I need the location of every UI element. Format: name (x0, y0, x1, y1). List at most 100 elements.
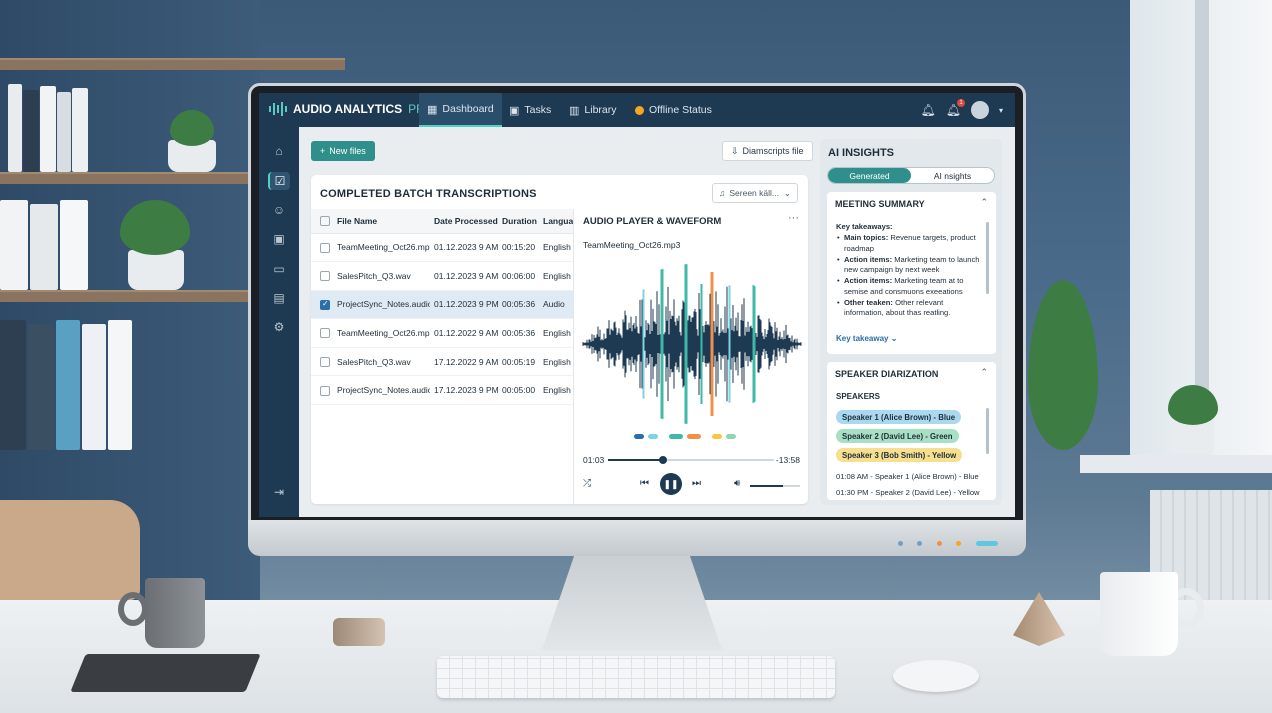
chevron-up-icon[interactable]: ⌃ (980, 197, 988, 208)
waveform-logo-icon (269, 102, 287, 116)
shuffle-icon[interactable]: ⤮ (583, 478, 591, 489)
seek-bar-handle[interactable] (658, 456, 667, 464)
table-row[interactable]: TeamMeeting_Oct26.mp3 01.12.2022 9 AM 00:0… (311, 318, 573, 348)
speaker-chip[interactable]: Speaker 1 (Alice Brown) - Blue (836, 410, 962, 424)
document-icon[interactable]: ▤ (270, 289, 288, 307)
legend-swatch (634, 434, 644, 439)
legend-swatch (726, 434, 736, 439)
pause-icon: ❚❚ (663, 478, 679, 489)
table-row[interactable]: TeamMeeting_Oct26.mp3 01.12.2023 9 AM 00:1… (311, 233, 573, 263)
calendar-icon: ▣ (509, 104, 520, 117)
cell-duration: 00:06:00 (498, 261, 539, 291)
player-file-name: TeamMeeting_Oct26.mp3 (583, 240, 681, 250)
books-middle (0, 196, 100, 290)
cell-name: SalesPitch_Q3.wav (333, 347, 430, 377)
bell-icon[interactable]: 🔔︎ (921, 103, 936, 117)
calendar-icon[interactable]: ▣ (270, 230, 288, 248)
select-all-checkbox[interactable] (311, 209, 333, 234)
row-checkbox[interactable] (311, 347, 333, 377)
next-icon[interactable]: ⏭︎ (692, 478, 701, 489)
notification-badge: 1 (956, 99, 965, 107)
row-checkbox[interactable] (311, 261, 333, 291)
diarization-log-entry: 01:30 PM - Speaker 2 (David Lee) - Yello… (836, 488, 980, 497)
seek-bar[interactable] (608, 456, 774, 464)
previous-icon[interactable]: ⏮︎ (640, 478, 649, 489)
cell-name: ProjectSync_Notes.audio (333, 290, 430, 320)
summary-item: Action items: Marketing team at to semis… (836, 276, 981, 297)
volume-slider[interactable] (750, 485, 800, 487)
settings-icon[interactable]: ⚙ (270, 318, 288, 336)
tab-label: Library (584, 104, 617, 116)
table-row[interactable]: ProjectSync_Notes.audio01.12.2023 9 PM00… (311, 290, 573, 320)
tab-tasks[interactable]: ▣ Tasks (501, 93, 559, 127)
player-title: AUDIO PLAYER & WAVEFORM (583, 216, 722, 227)
users-icon[interactable]: ☺ (270, 201, 288, 219)
pause-button[interactable]: ❚❚ (660, 473, 682, 495)
column-header[interactable]: File Name (333, 209, 430, 234)
indicator-dot (917, 541, 922, 546)
logout-icon[interactable]: ⇥ (270, 483, 288, 501)
cell-date: 01.12.2023 9 PM (430, 290, 498, 320)
sidebar: ⌂ ☑ ☺ ▣ ▭ ▤ ⚙ ⇥ (259, 127, 299, 517)
tab-library[interactable]: ▥ Library (561, 93, 625, 127)
waveform[interactable] (582, 263, 802, 425)
cell-name: ProjectSync_Notes.audio (333, 375, 430, 406)
cell-date: 01.12.2023 9 AM (430, 261, 498, 291)
cell-language: English (539, 318, 573, 348)
row-checkbox[interactable] (311, 375, 333, 406)
tab-ai-insights[interactable]: AI nsights (911, 168, 994, 183)
column-header[interactable]: Duration (498, 209, 539, 234)
volume-icon[interactable]: 🔊︎ (734, 478, 740, 489)
column-header[interactable]: Languag (539, 209, 573, 234)
summary-body: Key takeaways: Main topics: Revenue targ… (836, 222, 981, 318)
speakers-scrollbar[interactable] (986, 408, 989, 454)
filter-select[interactable]: ♫ Sereen käll... ⌄ (712, 183, 798, 203)
indicator-dot (898, 541, 903, 546)
plant-right (1028, 280, 1098, 450)
more-icon[interactable]: ··· (788, 212, 799, 224)
app-title: AUDIO ANALYTICS (293, 102, 403, 116)
cell-name: TeamMeeting_Oct26.mp3 (333, 233, 430, 263)
summary-scrollbar[interactable] (986, 222, 989, 294)
card-title: COMPLETED BATCH TRANSCRIPTIONS (320, 188, 537, 200)
table-row[interactable]: SalesPitch_Q3.wav 01.12.2023 9 AM 00:06:00… (311, 261, 573, 291)
legend-swatch (669, 434, 683, 439)
check-square-icon[interactable]: ☑ (268, 172, 290, 190)
home-icon[interactable]: ⌂ (270, 142, 288, 160)
tab-generated[interactable]: Generated (828, 168, 911, 183)
cell-date: 17.12.2022 9 AM (430, 347, 498, 377)
chevron-down-icon[interactable]: ▾ (999, 106, 1003, 115)
filter-label: Sereen käll... (729, 188, 779, 198)
plus-icon: + (320, 146, 326, 156)
speaker-chip[interactable]: Speaker 2 (David Lee) - Green (836, 429, 959, 443)
legend-swatch (687, 434, 701, 439)
ai-insights-panel: AI INSIGHTS Generated AI nsights MEETING… (820, 139, 1002, 505)
cell-duration: 00:05:00 (498, 375, 539, 406)
cell-language: English (539, 375, 573, 406)
cell-duration: 00:05:19 (498, 347, 539, 377)
table-row[interactable]: SalesPitch_Q3.wav 17.12.2022 9 AM 00:05:19… (311, 347, 573, 377)
chevron-up-icon[interactable]: ⌃ (980, 367, 988, 378)
cell-date: 17.12.2023 9 PM (430, 375, 498, 406)
new-files-button[interactable]: + New files (311, 141, 375, 161)
cell-name: TeamMeeting_Oct26.mp3 (333, 318, 430, 348)
app-brand[interactable]: AUDIO ANALYTICS PRO (269, 102, 434, 116)
seek-bar-fill (608, 459, 663, 461)
table-row[interactable]: ProjectSync_Notes.audio 17.12.2023 9 PM 00… (311, 375, 573, 406)
column-header[interactable]: Date Processed (430, 209, 498, 234)
speaker-chip[interactable]: Speaker 3 (Bob Smith) - Yellow (836, 448, 963, 462)
transcripts-button[interactable]: ⇩ Diamscripts file (722, 141, 813, 161)
notification-icon[interactable]: 🔔︎ 1 (946, 99, 965, 117)
batch-transcriptions-card: COMPLETED BATCH TRANSCRIPTIONS ♫ Sereen … (311, 175, 808, 504)
folder-icon[interactable]: ▭ (270, 260, 288, 278)
bookshelf-middle (0, 172, 250, 184)
row-checkbox[interactable] (311, 290, 333, 320)
row-checkbox[interactable] (311, 233, 333, 263)
row-checkbox[interactable] (311, 318, 333, 348)
avatar[interactable] (970, 101, 989, 119)
top-right-actions: 🔔︎ 🔔︎ 1 ▾ (921, 99, 1003, 119)
summary-title: MEETING SUMMARY (835, 199, 925, 209)
tab-offline-status[interactable]: Offline Status (627, 93, 720, 127)
key-takeaway-link[interactable]: Key takeaway ⌄ (836, 334, 897, 343)
tab-dashboard[interactable]: ▦ Dashboard (419, 93, 502, 127)
